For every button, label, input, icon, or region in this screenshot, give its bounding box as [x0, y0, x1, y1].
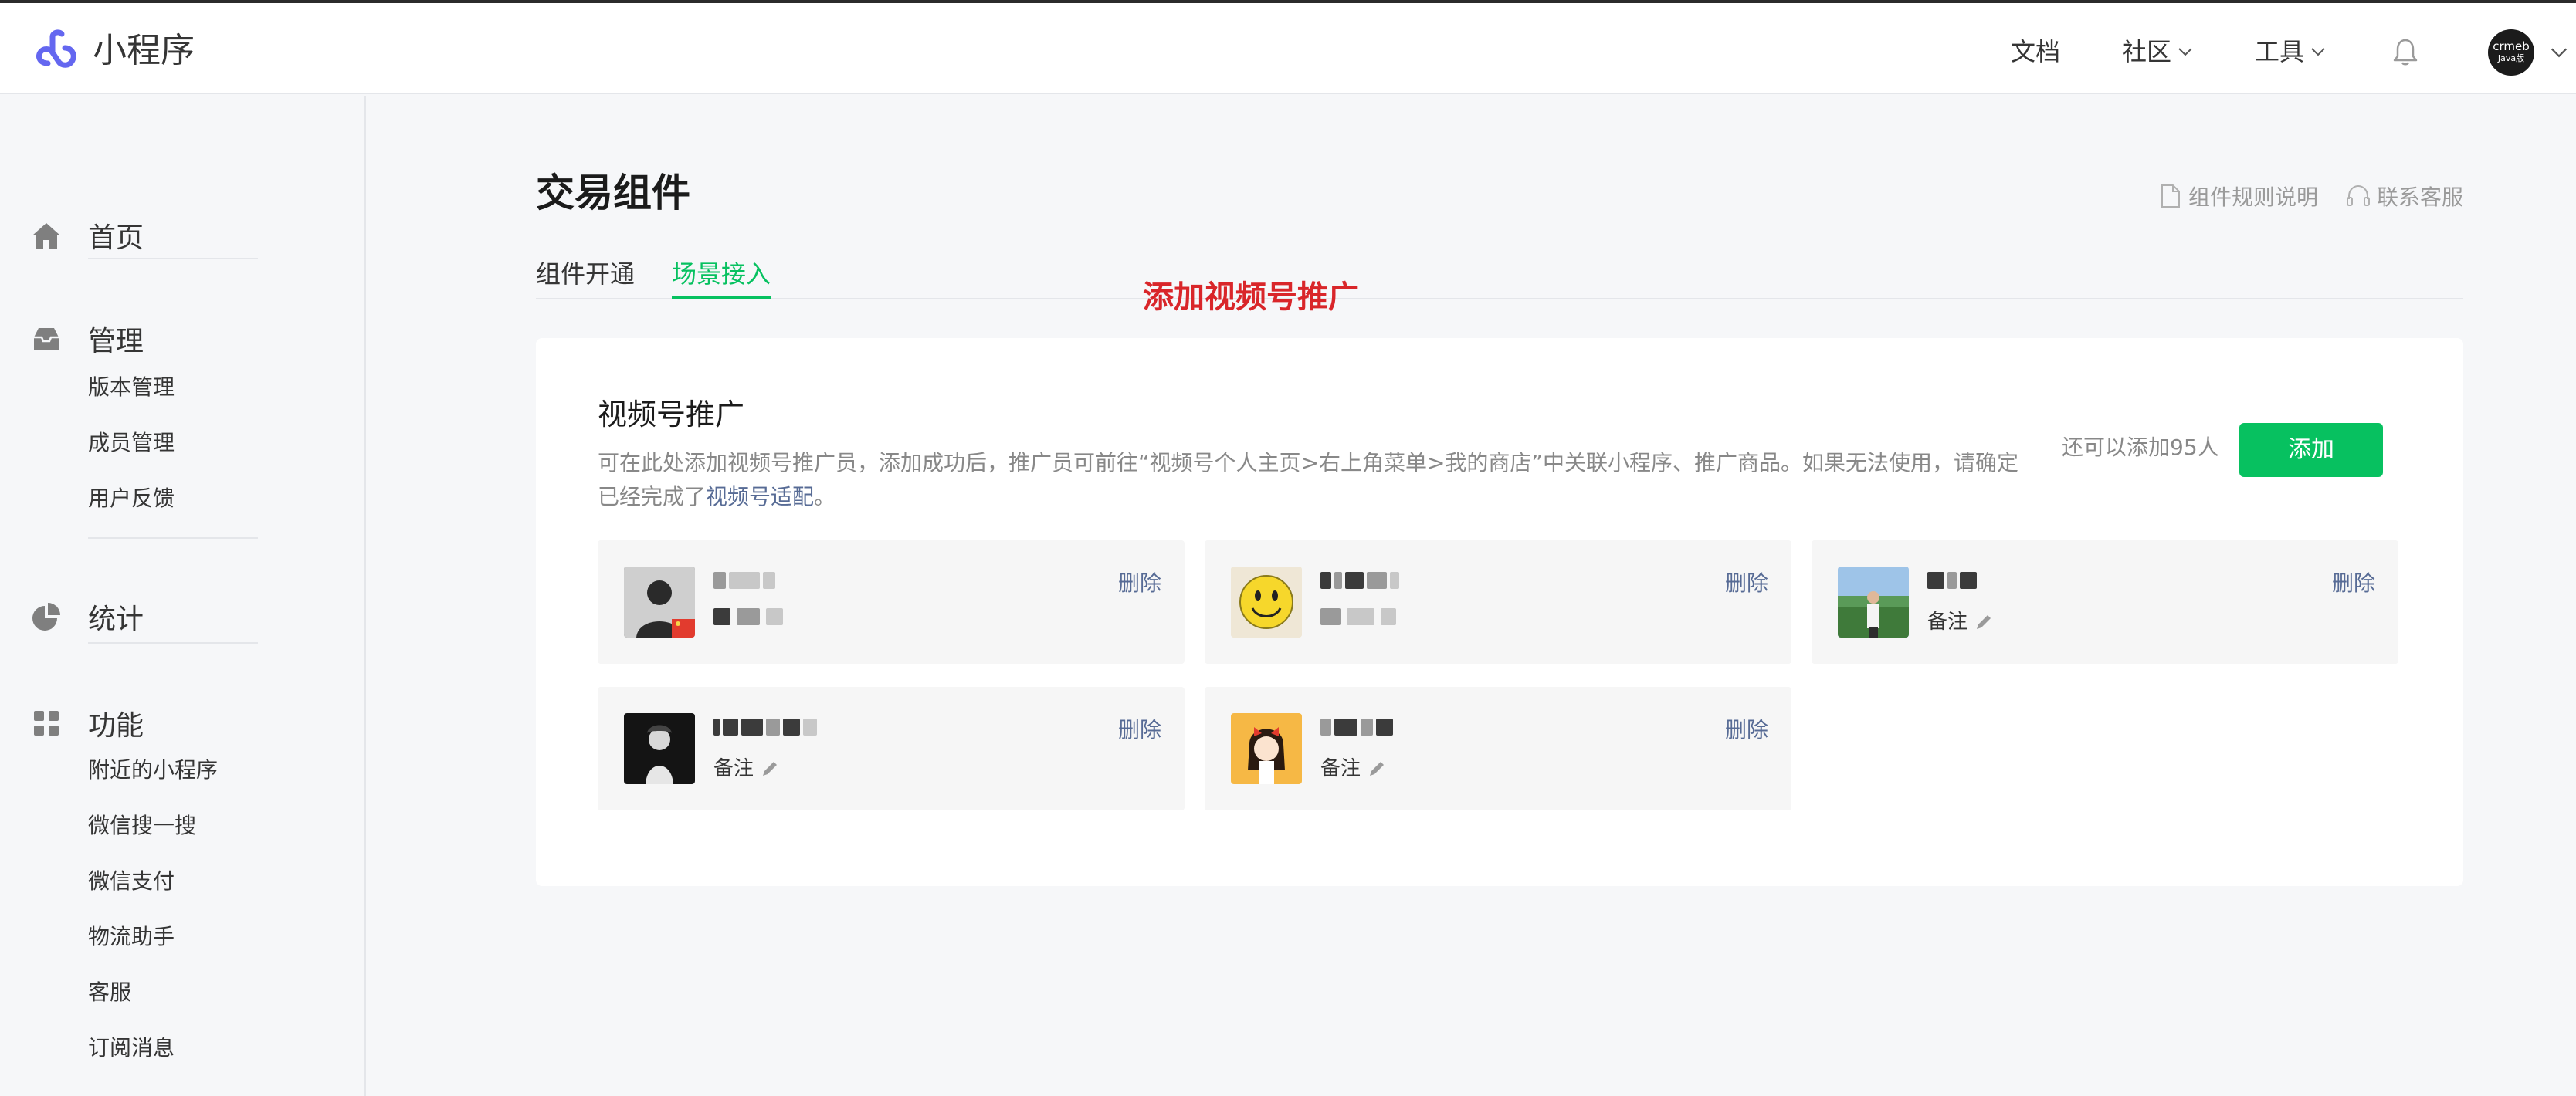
chevron-down-icon — [2311, 48, 2325, 56]
promoter-card: 备注 删除 — [1812, 540, 2398, 664]
support-link[interactable]: 联系客服 — [2344, 181, 2463, 211]
user-avatar[interactable]: crmeb Java版 — [2488, 29, 2534, 76]
delete-button[interactable]: 删除 — [1118, 713, 1161, 744]
dark-portrait-icon — [624, 713, 695, 784]
nav-docs[interactable]: 文档 — [2011, 32, 2060, 71]
sidebar-item-service[interactable]: 客服 — [88, 977, 131, 1008]
promoter-name-redacted — [1927, 568, 1977, 593]
grid-icon — [34, 711, 59, 736]
sidebar-home-label: 首页 — [88, 222, 144, 254]
sidebar-item-members[interactable]: 成员管理 — [88, 428, 175, 458]
delete-button[interactable]: 删除 — [2332, 567, 2375, 597]
promoter-name-redacted — [1320, 715, 1393, 739]
tab-active-indicator — [672, 296, 771, 299]
headset-icon — [2347, 184, 2370, 206]
remark-label: 备注 — [713, 757, 754, 780]
card-description-end: 。 — [814, 484, 836, 509]
promoter-name-redacted — [713, 715, 817, 739]
inbox-icon — [34, 328, 59, 350]
sidebar-stats-label: 统计 — [88, 604, 144, 635]
card-description: 可在此处添加视频号推广员，添加成功后，推广员可前往“视频号个人主页>右上角菜单>… — [598, 446, 2018, 514]
page-title: 交易组件 — [536, 171, 690, 215]
home-icon — [32, 223, 60, 249]
sidebar-item-manage[interactable]: 管理 — [0, 312, 366, 366]
promoter-sub-redacted — [713, 608, 783, 625]
promoter-name-redacted — [713, 568, 775, 593]
mini-program-logo-icon[interactable] — [31, 26, 80, 76]
promoter-card: 备注 删除 — [598, 687, 1185, 810]
add-button[interactable]: 添加 — [2239, 423, 2383, 477]
tab-component-activate[interactable]: 组件开通 — [536, 255, 635, 293]
promoter-remark[interactable]: 备注 — [713, 755, 780, 783]
avatar-text-1: crmeb — [2493, 39, 2530, 53]
promoter-avatar — [1231, 567, 1302, 638]
pencil-icon[interactable] — [1367, 759, 1387, 779]
document-icon — [2161, 184, 2180, 208]
nav-docs-label: 文档 — [2011, 37, 2061, 66]
sidebar-item-home[interactable]: 首页 — [0, 208, 366, 262]
sidebar-features-label: 功能 — [88, 710, 144, 742]
promoter-avatar — [624, 567, 695, 638]
promoter-remark[interactable]: 备注 — [1927, 608, 1994, 636]
sidebar-item-version[interactable]: 版本管理 — [88, 372, 175, 403]
sidebar-divider — [88, 537, 258, 539]
pencil-icon[interactable] — [1974, 612, 1994, 632]
nav-community-label: 社区 — [2122, 37, 2172, 66]
remark-label: 备注 — [1320, 757, 1361, 780]
nav-tools-label: 工具 — [2255, 37, 2305, 66]
delete-button[interactable]: 删除 — [1118, 567, 1161, 597]
brand-name[interactable]: 小程序 — [93, 26, 195, 76]
delete-button[interactable]: 删除 — [1725, 713, 1768, 744]
rules-link-label: 组件规则说明 — [2188, 184, 2319, 210]
smiley-face-icon — [1231, 567, 1302, 638]
channels-adapt-link[interactable]: 视频号适配 — [706, 484, 814, 509]
top-bar: 小程序 文档 社区 工具 crmeb Java版 — [0, 0, 2576, 94]
avatar-image-icon — [624, 567, 695, 638]
nav-community[interactable]: 社区 — [2122, 32, 2195, 71]
channels-promotion-card: 视频号推广 可在此处添加视频号推广员，添加成功后，推广员可前往“视频号个人主页>… — [536, 338, 2463, 886]
sidebar-item-stats[interactable]: 统计 — [0, 590, 366, 644]
avatar-text-2: Java版 — [2497, 53, 2525, 63]
card-title: 视频号推广 — [598, 397, 745, 431]
remaining-count: 还可以添加95人 — [2062, 435, 2219, 460]
rules-link[interactable]: 组件规则说明 — [2156, 181, 2318, 211]
sidebar-item-subscribe[interactable]: 订阅消息 — [88, 1033, 175, 1064]
promoter-avatar — [624, 713, 695, 784]
sidebar-item-search[interactable]: 微信搜一搜 — [88, 810, 196, 841]
sidebar-divider — [88, 258, 258, 259]
promoter-remark[interactable]: 备注 — [1320, 755, 1387, 783]
promoter-card: 删除 — [598, 540, 1185, 664]
delete-button[interactable]: 删除 — [1725, 567, 1768, 597]
annotation-label: 添加视频号推广 — [1143, 279, 1359, 315]
sidebar-divider — [88, 642, 258, 644]
promoter-name-redacted — [1320, 568, 1399, 593]
remark-label: 备注 — [1927, 611, 1968, 634]
chevron-down-icon[interactable] — [2548, 42, 2570, 63]
sidebar-item-nearby[interactable]: 附近的小程序 — [88, 755, 218, 786]
promoter-avatar — [1231, 713, 1302, 784]
cartoon-girl-icon — [1231, 713, 1302, 784]
sidebar: 首页 管理 版本管理 成员管理 用户反馈 统计 功能 附近的小程序 微信搜一搜 … — [0, 96, 366, 1096]
tab-scene-access[interactable]: 场景接入 — [672, 255, 771, 293]
promoter-card: 删除 — [1205, 540, 1791, 664]
promoter-avatar — [1838, 567, 1909, 638]
landscape-photo-icon — [1838, 567, 1909, 638]
pie-chart-icon — [32, 603, 60, 631]
chevron-down-icon — [2178, 48, 2192, 56]
sidebar-item-features[interactable]: 功能 — [0, 696, 366, 750]
pencil-icon[interactable] — [760, 759, 780, 779]
nav-tools[interactable]: 工具 — [2255, 32, 2327, 71]
support-link-label: 联系客服 — [2377, 184, 2464, 210]
sidebar-item-pay[interactable]: 微信支付 — [88, 866, 175, 897]
bell-icon[interactable] — [2389, 36, 2422, 68]
sidebar-item-logistics[interactable]: 物流助手 — [88, 922, 175, 952]
promoter-card: 备注 删除 — [1205, 687, 1791, 810]
sidebar-manage-label: 管理 — [88, 326, 144, 357]
sidebar-item-feedback[interactable]: 用户反馈 — [88, 483, 175, 514]
promoter-sub-redacted — [1320, 608, 1396, 625]
tabs-divider — [536, 298, 2463, 299]
